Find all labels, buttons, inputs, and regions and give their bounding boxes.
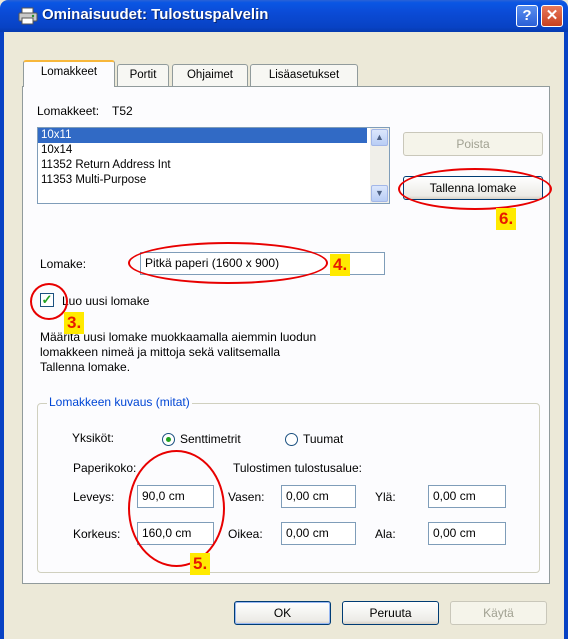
window-title: Ominaisuudet: Tulostuspalvelin: [42, 6, 269, 23]
list-item[interactable]: 11352 Return Address Int: [38, 158, 389, 173]
tab-portit[interactable]: Portit: [117, 64, 169, 86]
annotation-step-5: 5.: [190, 553, 211, 575]
create-new-form-label: Luo uusi lomake: [62, 294, 150, 308]
forms-header-label: Lomakkeet:: [37, 104, 100, 118]
width-label: Leveys:: [73, 490, 115, 504]
top-margin-input[interactable]: 0,00 cm: [428, 485, 506, 508]
tab-lisaasetukset[interactable]: Lisäasetukset: [250, 64, 358, 86]
list-item[interactable]: 10x11: [38, 128, 367, 143]
unit-inch-label: Tuumat: [303, 432, 344, 446]
unit-inch-radio[interactable]: [285, 433, 298, 446]
group-title: Lomakkeen kuvaus (mitat): [47, 395, 192, 409]
printer-icon: [18, 7, 38, 25]
right-margin-label: Oikea:: [228, 527, 263, 541]
cancel-button[interactable]: Peruuta: [342, 601, 439, 625]
radio-selected-icon: [166, 437, 171, 442]
scroll-down-button[interactable]: ▼: [371, 185, 388, 202]
bottom-margin-label: Ala:: [375, 527, 396, 541]
tab-lomakkeet[interactable]: Lomakkeet: [23, 60, 115, 87]
annotation-step-3: 3.: [64, 312, 85, 334]
annotation-step-6: 6.: [496, 208, 517, 230]
description-line-3: Tallenna lomake.: [40, 360, 131, 374]
close-button[interactable]: ✕: [541, 5, 563, 27]
form-name-label: Lomake:: [40, 257, 87, 271]
unit-cm-label: Senttimetrit: [180, 432, 241, 446]
server-name: T52: [112, 104, 133, 118]
left-margin-label: Vasen:: [228, 490, 265, 504]
tab-ohjaimet[interactable]: Ohjaimet: [172, 64, 248, 86]
annotation-step-4: 4.: [330, 254, 351, 276]
chevron-up-icon: ▲: [375, 132, 384, 142]
ok-button[interactable]: OK: [234, 601, 331, 625]
top-margin-label: Ylä:: [375, 490, 396, 504]
bottom-margin-input[interactable]: 0,00 cm: [428, 522, 506, 545]
window-frame-left: [0, 32, 4, 639]
chevron-down-icon: ▼: [375, 188, 384, 198]
help-button[interactable]: ?: [516, 5, 538, 27]
description-line-2: lomakkeen nimeä ja mittoja sekä valitsem…: [40, 345, 281, 359]
scroll-up-button[interactable]: ▲: [371, 129, 388, 146]
units-label: Yksiköt:: [72, 431, 115, 445]
right-margin-input[interactable]: 0,00 cm: [281, 522, 356, 545]
annotation-ring-form-name: [128, 242, 328, 284]
annotation-ring-checkbox: [30, 283, 68, 320]
forms-listbox[interactable]: 10x11 10x14 11352 Return Address Int 113…: [37, 127, 390, 204]
printable-area-label: Tulostimen tulostusalue:: [233, 461, 362, 475]
annotation-ring-save: [398, 168, 552, 210]
unit-cm-radio[interactable]: [162, 433, 175, 446]
paper-size-label: Paperikoko:: [73, 461, 137, 475]
height-label: Korkeus:: [73, 527, 121, 541]
delete-form-button[interactable]: Poista: [403, 132, 543, 156]
left-margin-input[interactable]: 0,00 cm: [281, 485, 356, 508]
list-item[interactable]: 10x14: [38, 143, 389, 158]
apply-button[interactable]: Käytä: [450, 601, 547, 625]
list-item[interactable]: 11353 Multi-Purpose: [38, 173, 389, 188]
window-frame-right: [564, 32, 568, 639]
annotation-ring-dimensions: [128, 450, 225, 567]
